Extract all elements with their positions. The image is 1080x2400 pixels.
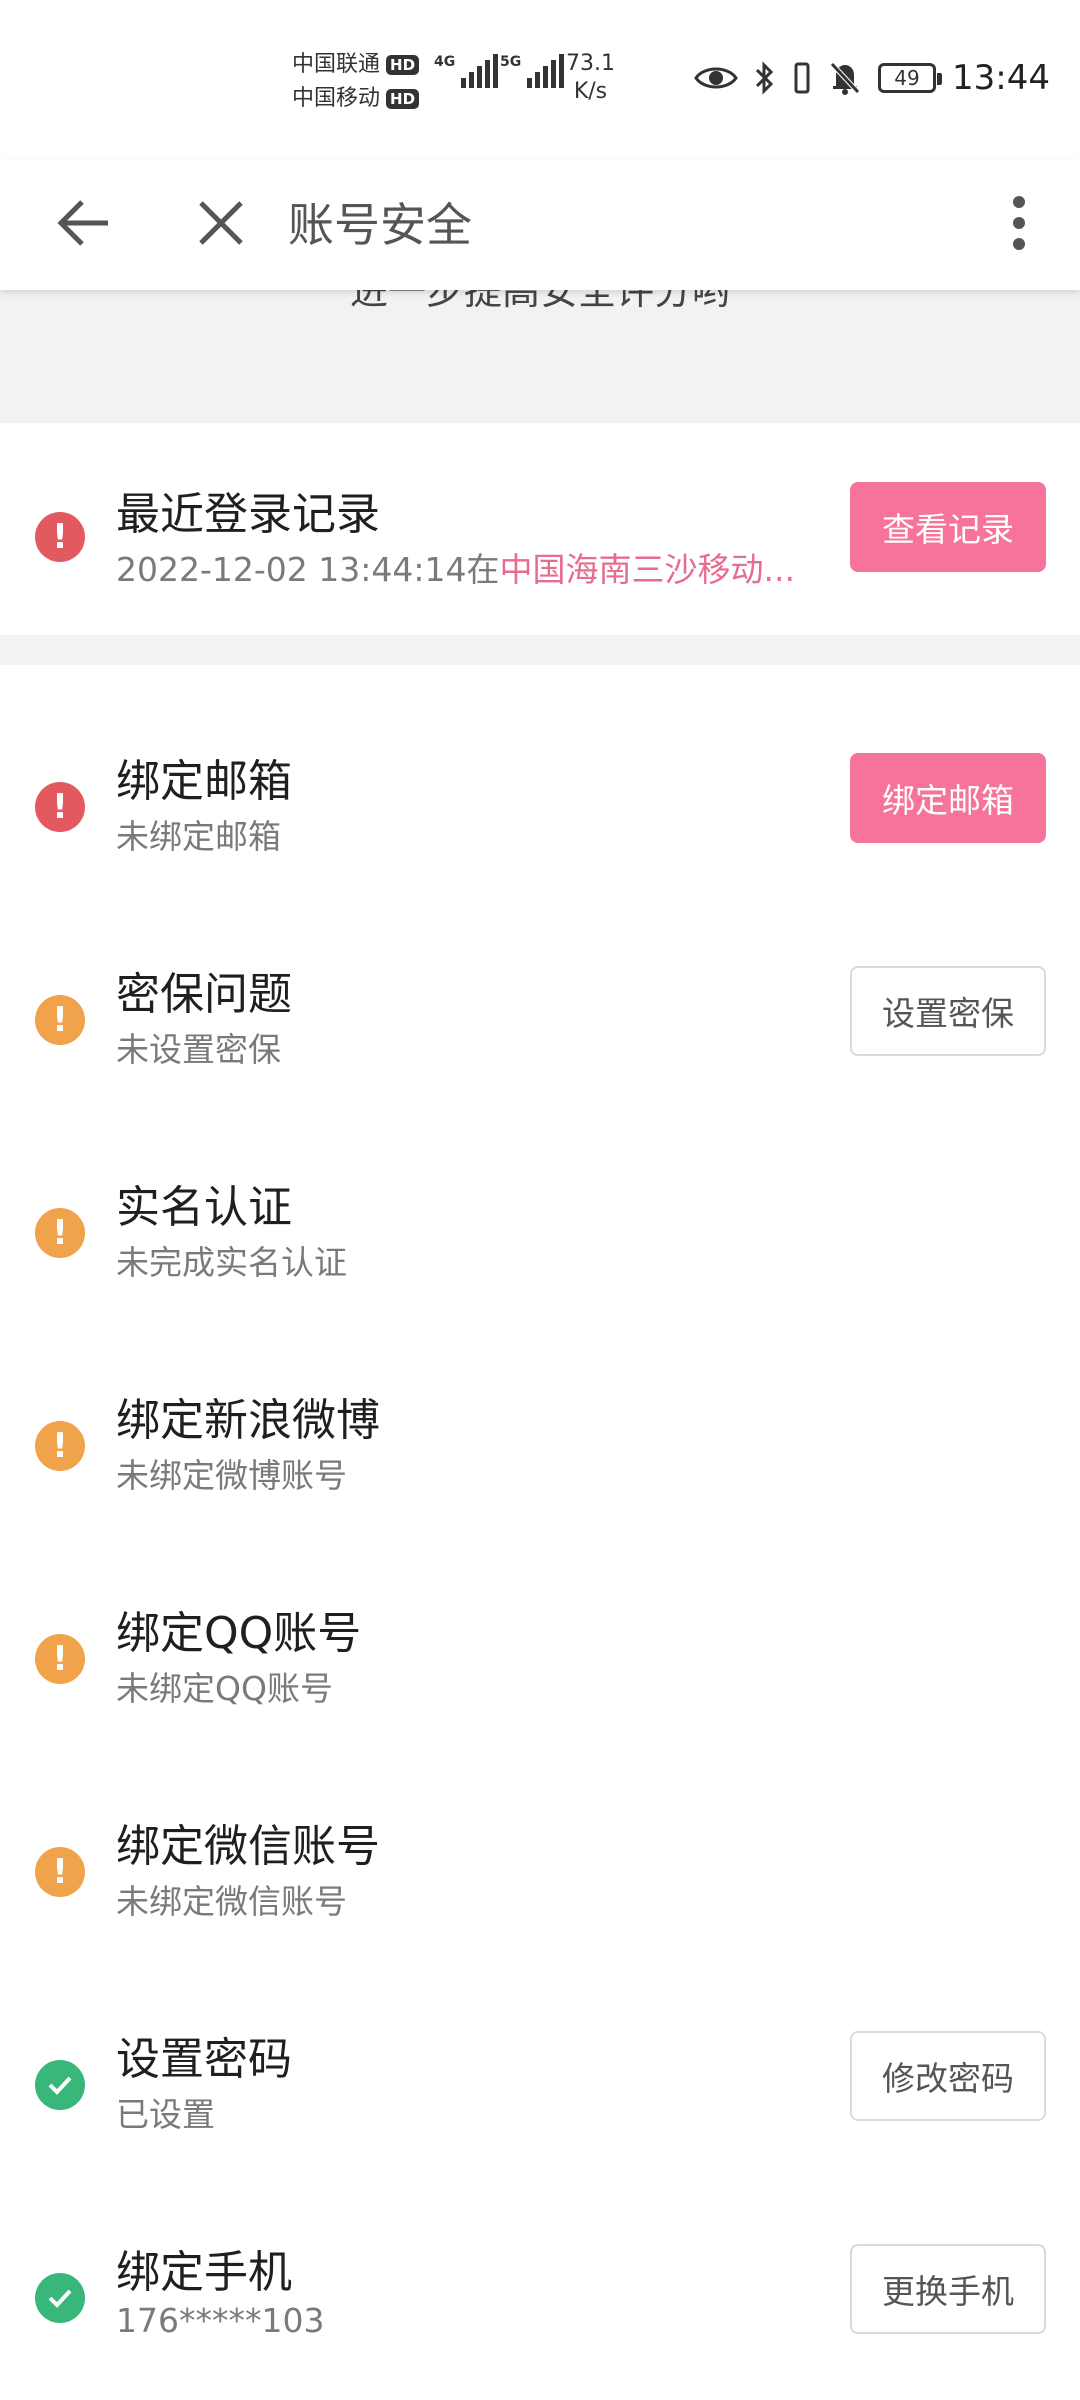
bind-email-button[interactable]: 绑定邮箱	[850, 753, 1046, 843]
section-divider	[0, 635, 1080, 665]
check-icon	[35, 2060, 85, 2110]
carrier-info: 中国联通 HD 中国移动 HD	[292, 48, 420, 116]
close-button[interactable]	[186, 188, 256, 258]
list-item-password[interactable]: 设置密码 已设置 修改密码	[0, 1943, 1080, 2156]
exclamation-icon: !	[35, 995, 85, 1045]
battery-icon: 49	[878, 63, 943, 93]
list-item-bind-qq[interactable]: ! 绑定QQ账号 未绑定QQ账号	[0, 1517, 1080, 1730]
change-password-button[interactable]: 修改密码	[850, 2031, 1046, 2121]
item-title: 绑定微信账号	[116, 1821, 380, 1872]
exclamation-icon: !	[35, 1208, 85, 1258]
exclamation-icon: !	[35, 1847, 85, 1897]
item-title: 绑定新浪微博	[116, 1395, 380, 1446]
close-icon	[199, 201, 243, 245]
exclamation-icon: !	[35, 1421, 85, 1471]
more-button[interactable]	[984, 188, 1054, 258]
list-item-security-question[interactable]: ! 密保问题 未设置密保 设置密保	[0, 878, 1080, 1091]
list-item-bind-email[interactable]: ! 绑定邮箱 未绑定邮箱 绑定邮箱	[0, 665, 1080, 878]
more-vertical-icon	[1013, 196, 1025, 250]
login-record-info: 2022-12-02 13:44:14在中国海南三沙移动...	[116, 543, 795, 591]
hd-badge-1: HD	[386, 55, 420, 75]
set-security-question-button[interactable]: 设置密保	[850, 966, 1046, 1056]
signal-4g-icon: 4G	[434, 54, 499, 88]
status-right: 49 13:44	[694, 58, 1050, 98]
item-subtitle: 未绑定邮箱	[116, 817, 281, 856]
speed-unit: K/s	[573, 79, 608, 104]
network-speed: 73.1 K/s	[566, 50, 615, 106]
check-icon	[35, 2273, 85, 2323]
login-location[interactable]: 中国海南三沙移动...	[499, 550, 794, 589]
change-phone-button[interactable]: 更换手机	[850, 2244, 1046, 2334]
login-timestamp: 2022-12-02 13:44:14在	[116, 550, 500, 589]
app-bar: 账号安全	[0, 160, 1080, 290]
list-item-bind-weibo[interactable]: ! 绑定新浪微博 未绑定微博账号	[0, 1304, 1080, 1517]
carrier-1: 中国联通	[292, 52, 381, 77]
login-record-title: 最近登录记录	[116, 489, 380, 540]
clock: 13:44	[952, 58, 1050, 98]
item-title: 绑定QQ账号	[116, 1608, 362, 1659]
item-title: 绑定邮箱	[116, 756, 292, 807]
banner-text: 进一步提高安全评分哟	[349, 290, 730, 313]
item-subtitle: 176*****103	[116, 2301, 325, 2340]
signal-5g-icon: 5G	[500, 54, 565, 88]
item-subtitle: 已设置	[116, 2095, 215, 2134]
page-title: 账号安全	[288, 198, 472, 252]
list-item-phone[interactable]: 绑定手机 176*****103 更换手机	[0, 2156, 1080, 2369]
list-item-bind-wechat[interactable]: ! 绑定微信账号 未绑定微信账号	[0, 1730, 1080, 1943]
back-button[interactable]	[50, 188, 120, 258]
status-bar: 中国联通 HD 中国移动 HD 4G 5G 73.1 K/s 49 13:44	[0, 0, 1080, 160]
item-subtitle: 未绑定微信账号	[116, 1882, 347, 1921]
exclamation-icon: !	[35, 782, 85, 832]
item-subtitle: 未设置密保	[116, 1030, 281, 1069]
list-item-real-name[interactable]: ! 实名认证 未完成实名认证	[0, 1091, 1080, 1304]
item-subtitle: 未绑定微博账号	[116, 1456, 347, 1495]
item-subtitle: 未完成实名认证	[116, 1243, 347, 1282]
hd-badge-2: HD	[386, 89, 420, 109]
net-label-5g: 5G	[500, 54, 522, 70]
exclamation-icon: !	[35, 1634, 85, 1684]
carrier-2: 中国移动	[292, 86, 381, 111]
bell-off-icon	[830, 62, 860, 95]
item-title: 绑定手机	[116, 2247, 292, 2298]
eye-icon	[694, 67, 738, 89]
login-record-card: ! 最近登录记录 2022-12-02 13:44:14在中国海南三沙移动...…	[0, 423, 1080, 635]
bluetooth-icon	[755, 61, 774, 95]
speed-value: 73.1	[566, 51, 615, 76]
item-subtitle: 未绑定QQ账号	[116, 1669, 333, 1708]
vibrate-icon	[794, 62, 810, 94]
exclamation-icon: !	[35, 512, 85, 562]
item-title: 实名认证	[116, 1182, 292, 1233]
arrow-left-icon	[57, 200, 108, 246]
security-tip-banner: 进一步提高安全评分哟	[0, 290, 1080, 423]
net-label-4g: 4G	[434, 54, 456, 70]
item-title: 密保问题	[116, 969, 292, 1020]
view-record-button[interactable]: 查看记录	[850, 482, 1046, 572]
item-title: 设置密码	[116, 2034, 292, 2085]
